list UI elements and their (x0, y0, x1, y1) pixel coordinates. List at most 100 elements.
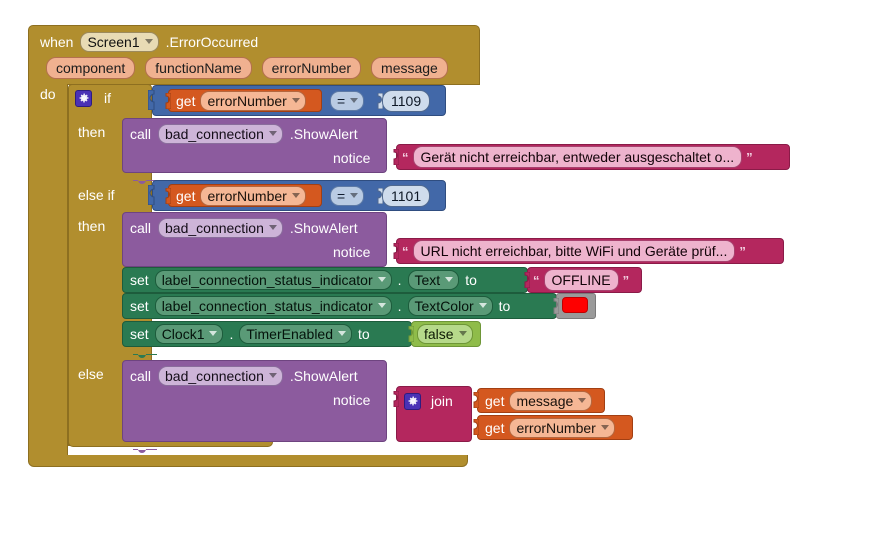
chevron-down-icon (578, 398, 587, 403)
operator-label-1: = (337, 92, 346, 109)
setter-property-label-text: Text (414, 271, 441, 288)
text-value-field-offline[interactable]: OFFLINE (543, 269, 619, 291)
setter-timerenabled-content: set Clock1 . TimerEnabled to (130, 324, 370, 344)
number-block-1[interactable]: 1109 (382, 90, 431, 112)
condition-2-plug (148, 185, 157, 205)
boolean-false-label: false (424, 325, 454, 342)
close-quote-offline: ” (622, 272, 630, 288)
event-component-label: Screen1 (87, 33, 140, 50)
get-message-plug (471, 392, 480, 410)
setter-to-label-textcolor: to (498, 298, 511, 314)
chevron-down-icon (268, 373, 277, 378)
then-label-2: then (78, 218, 106, 234)
setter-text-content: set label_connection_status_indicator . … (130, 270, 477, 290)
setter-to-label-timerenabled: to (358, 326, 370, 342)
get-variable-dropdown-2[interactable]: errorNumber (200, 186, 306, 206)
text-1-content: “ Gerät nicht erreichbar, entweder ausge… (402, 146, 753, 168)
chevron-down-icon (291, 193, 300, 198)
get-variable-label-1: errorNumber (207, 92, 287, 109)
blocks-workspace[interactable]: when Screen1 .ErrorOccurred component fu… (0, 0, 870, 540)
call-3-header: call bad_connection .ShowAlert (130, 366, 358, 386)
setter-property-dropdown-timerenabled[interactable]: TimerEnabled (239, 324, 353, 344)
close-quote-2: ” (739, 243, 746, 259)
text-offline-plug (522, 272, 531, 290)
get-variable-dropdown-1[interactable]: errorNumber (200, 91, 306, 111)
chevron-down-icon (377, 303, 386, 308)
setter-textcolor-content: set label_connection_status_indicator . … (130, 296, 510, 316)
text-offline-content: “ OFFLINE ” (533, 269, 630, 291)
setter-component-label-timerenabled: Clock1 (161, 325, 205, 342)
get-1-content: get errorNumber (176, 91, 306, 111)
call-2-header: call bad_connection .ShowAlert (130, 218, 358, 238)
get-label-errornumber-3: get (485, 420, 505, 436)
get-variable-dropdown-message[interactable]: message (509, 391, 593, 411)
get-variable-label-message: message (516, 392, 574, 409)
open-quote-offline: “ (533, 272, 540, 288)
param-message[interactable]: message (371, 57, 448, 79)
get-message-content: get message (485, 391, 593, 411)
operator-field-1[interactable]: = (330, 91, 365, 111)
param-component[interactable]: component (46, 57, 136, 79)
chevron-down-icon (458, 331, 467, 336)
chevron-down-icon (445, 277, 454, 282)
operator-field-2[interactable]: = (330, 186, 365, 206)
set-label-text: set (130, 272, 149, 288)
get-variable-dropdown-errornumber-3[interactable]: errorNumber (509, 418, 615, 438)
event-component-dropdown[interactable]: Screen1 (80, 32, 159, 52)
set-label-textcolor: set (130, 298, 149, 314)
operator-label-2: = (337, 187, 346, 204)
setter-dot-text: . (397, 272, 402, 288)
setter-component-label-textcolor: label_connection_status_indicator (161, 297, 373, 314)
operator-dropdown-2[interactable]: = (330, 186, 365, 206)
open-quote-2: “ (402, 243, 409, 259)
if-row: if (75, 88, 111, 108)
number-field-1[interactable]: 1109 (382, 90, 431, 112)
get-2-plug (163, 188, 172, 206)
color-swatch-red[interactable] (562, 297, 588, 313)
text-value-field-1[interactable]: Gerät nicht erreichbar, entweder ausgesc… (412, 146, 743, 168)
get-label-2: get (176, 188, 196, 204)
text-value-field-2[interactable]: URL nicht erreichbar, bitte WiFi und Ger… (412, 240, 736, 262)
call-component-dropdown-2[interactable]: bad_connection (158, 218, 283, 238)
operator-dropdown-1[interactable]: = (330, 91, 365, 111)
notice-arg-label-2: notice (333, 244, 371, 260)
call-method-label-1: .ShowAlert (289, 126, 358, 142)
call-1-notch (133, 173, 157, 184)
gear-icon[interactable] (404, 392, 421, 410)
open-quote-1: “ (402, 149, 409, 165)
setter-component-dropdown-textcolor[interactable]: label_connection_status_indicator (154, 296, 392, 316)
setter-property-label-textcolor: TextColor (414, 297, 474, 314)
get-label-message: get (485, 393, 505, 409)
chevron-down-icon (144, 39, 153, 44)
event-parameters-row: component functionName errorNumber messa… (46, 57, 448, 79)
call-component-dropdown-1[interactable]: bad_connection (158, 124, 283, 144)
notice-arg-label-1: notice (333, 150, 371, 166)
setter-property-dropdown-textcolor[interactable]: TextColor (407, 296, 493, 316)
else-if-label: else if (78, 187, 115, 203)
chevron-down-icon (478, 303, 487, 308)
setter-component-dropdown-timerenabled[interactable]: Clock1 (154, 324, 224, 344)
join-label: join (431, 393, 453, 409)
param-errornumber[interactable]: errorNumber (261, 57, 362, 79)
text-1-plug (391, 149, 400, 167)
join-plug (391, 391, 400, 409)
call-method-label-3: .ShowAlert (289, 368, 358, 384)
number-field-2[interactable]: 1101 (382, 185, 431, 207)
event-block-body[interactable] (28, 84, 68, 456)
boolean-false-plug (406, 326, 415, 344)
gear-icon[interactable] (75, 89, 92, 107)
setter-property-dropdown-text[interactable]: Text (407, 270, 460, 290)
chevron-down-icon (350, 193, 359, 198)
if-label: if (104, 90, 111, 106)
boolean-false-dropdown[interactable]: false (417, 324, 473, 344)
number-block-2[interactable]: 1101 (382, 185, 431, 207)
setter-component-label-text: label_connection_status_indicator (161, 271, 373, 288)
setter-component-dropdown-text[interactable]: label_connection_status_indicator (154, 270, 392, 290)
call-3-notch (133, 442, 157, 453)
chevron-down-icon (600, 425, 609, 430)
param-functionname[interactable]: functionName (145, 57, 252, 79)
chevron-down-icon (338, 331, 347, 336)
condition-1-plug (148, 90, 157, 110)
call-component-dropdown-3[interactable]: bad_connection (158, 366, 283, 386)
notice-arg-label-3: notice (333, 392, 371, 408)
